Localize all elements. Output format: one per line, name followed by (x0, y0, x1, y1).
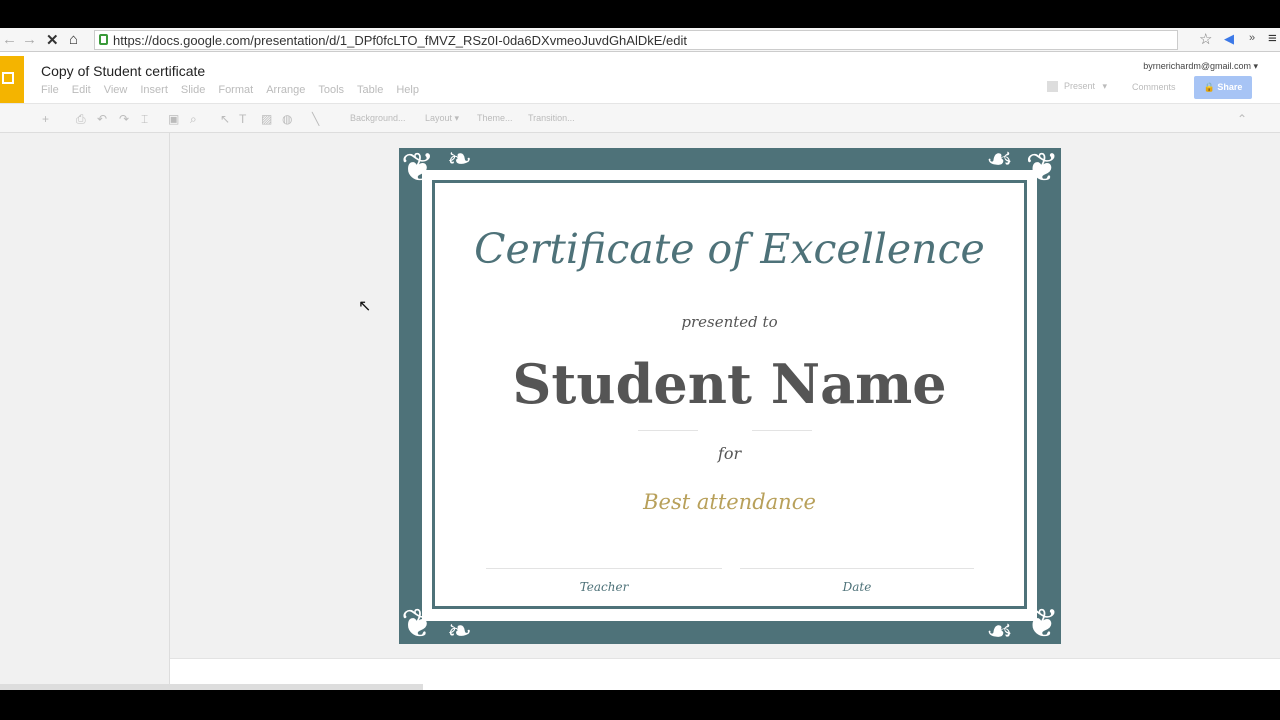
stop-icon[interactable]: ✕ (46, 31, 59, 49)
presented-to-text[interactable]: presented to (422, 313, 1037, 331)
textbox-icon[interactable]: T (239, 112, 246, 126)
date-label[interactable]: Date (737, 580, 977, 594)
home-icon[interactable]: ⌂ (69, 31, 78, 48)
teacher-label[interactable]: Teacher (484, 580, 724, 594)
browser-bar: ← → ✕ ⌂ https://docs.google.com/presenta… (0, 28, 1280, 52)
comments-button[interactable]: Comments (1132, 82, 1176, 92)
menu-format[interactable]: Format (218, 84, 253, 96)
menu-edit[interactable]: Edit (72, 84, 91, 96)
teacher-signature-line (486, 568, 722, 569)
account-menu[interactable]: byrnerichardm@gmail.com ▾ (1143, 61, 1258, 72)
undo-icon[interactable]: ↶ (97, 112, 107, 126)
divider (638, 430, 698, 431)
collapse-icon[interactable]: ⌃ (1237, 112, 1247, 126)
new-slide-icon[interactable]: + (42, 112, 49, 126)
slides-logo[interactable] (0, 56, 24, 104)
url-input[interactable]: https://docs.google.com/presentation/d/1… (94, 30, 1178, 50)
menu-tools[interactable]: Tools (318, 84, 344, 96)
star-icon[interactable]: ☆ (1199, 30, 1212, 48)
share-button[interactable]: 🔒 Share (1194, 76, 1252, 99)
menu-table[interactable]: Table (357, 84, 383, 96)
mouse-cursor-icon: ↖ (358, 298, 372, 315)
share-label: Share (1217, 82, 1243, 92)
menu-icon[interactable]: ≡ (1268, 30, 1277, 47)
theme-button[interactable]: Theme... (477, 113, 513, 123)
background-button[interactable]: Background... (350, 113, 406, 123)
certificate-title[interactable]: Certificate of Excellence (422, 225, 1037, 273)
shape-icon[interactable]: ◍ (282, 112, 292, 126)
account-email: byrnerichardm@gmail.com (1143, 61, 1251, 71)
play-icon (1047, 81, 1058, 93)
document-title[interactable]: Copy of Student certificate (41, 63, 205, 79)
forward-icon[interactable]: → (22, 31, 37, 48)
transition-button[interactable]: Transition... (528, 113, 575, 123)
app-header: Copy of Student certificate File Edit View… (0, 52, 1280, 104)
present-label: Present (1064, 81, 1096, 91)
fit-icon[interactable]: ▣ (168, 112, 179, 126)
student-name[interactable]: Student Name (422, 352, 1037, 416)
lock-icon (99, 34, 108, 45)
zoom-icon[interactable]: ⌕ (190, 112, 197, 127)
menu-help[interactable]: Help (396, 84, 419, 96)
select-icon[interactable]: ↖ (220, 112, 230, 126)
award-reason[interactable]: Best attendance (422, 490, 1037, 514)
menu-file[interactable]: File (41, 84, 59, 96)
extensions-icon[interactable]: » (1249, 32, 1255, 44)
line-icon[interactable]: ╲ (312, 112, 319, 126)
layout-button[interactable]: Layout ▾ (425, 113, 459, 124)
menu-bar: File Edit View Insert Slide Format Arrange Tool… (41, 84, 432, 96)
slide[interactable]: ❦ ❧ ❦ ☙ ❦ ❧ ❦ ☙ Certificate of Excellenc… (399, 142, 1061, 649)
menu-slide[interactable]: Slide (181, 84, 205, 96)
date-signature-line (740, 568, 974, 569)
megaphone-icon[interactable]: ◀ (1224, 31, 1234, 47)
menu-arrange[interactable]: Arrange (266, 84, 305, 96)
scrollbar[interactable] (0, 684, 423, 690)
image-icon[interactable]: ▨ (261, 112, 272, 126)
layout-label: Layout (425, 113, 453, 123)
redo-icon[interactable]: ↷ (119, 112, 129, 126)
certificate-body: Certificate of Excellence presented to S… (422, 170, 1037, 621)
toolbar: + ⎙ ↶ ↷ ⌶ ▣ ⌕ ↖ T ▨ ◍ ╲ Background... La… (0, 103, 1280, 133)
back-icon[interactable]: ← (2, 31, 17, 48)
menu-view[interactable]: View (104, 84, 128, 96)
present-button[interactable]: Present ▾ (1047, 81, 1107, 93)
divider (752, 430, 812, 431)
paint-format-icon[interactable]: ⌶ (141, 112, 148, 127)
url-text: https://docs.google.com/presentation/d/1… (113, 33, 687, 48)
slide-filmstrip[interactable] (0, 133, 170, 685)
menu-insert[interactable]: Insert (140, 84, 168, 96)
for-text[interactable]: for (422, 444, 1037, 463)
print-icon[interactable]: ⎙ (76, 112, 86, 127)
